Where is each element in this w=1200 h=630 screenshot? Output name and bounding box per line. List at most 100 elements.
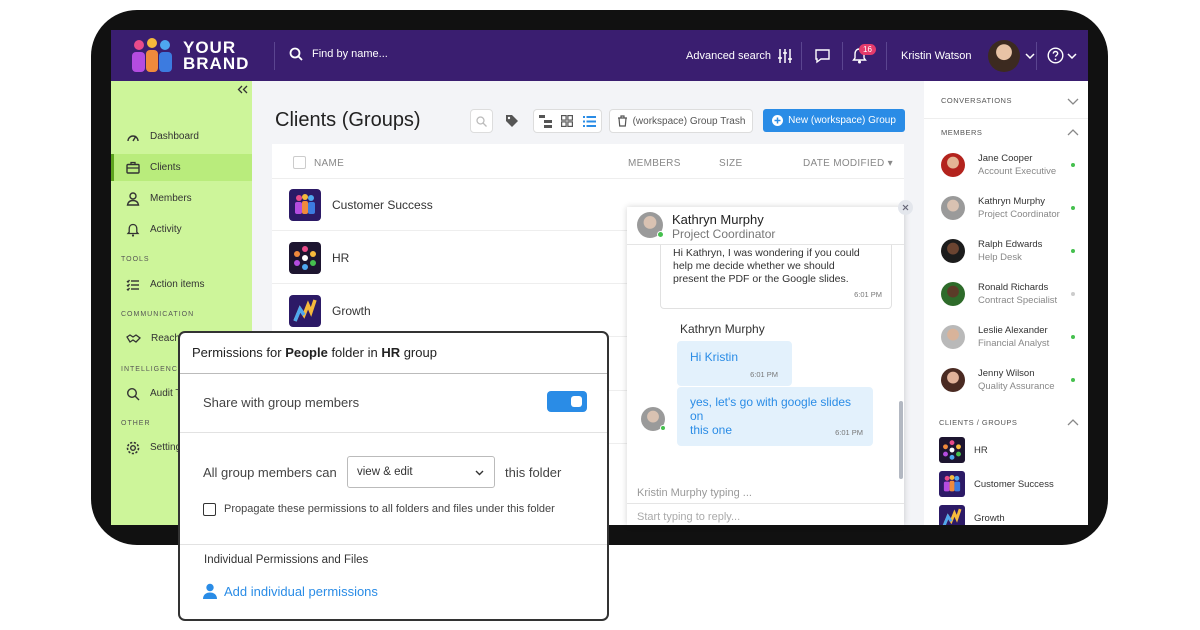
help-icon: [1047, 47, 1064, 64]
message-sender: Kathryn Murphy: [680, 322, 765, 336]
chat-contact-name: Kathryn Murphy: [672, 212, 764, 227]
search-box[interactable]: Find by name...: [289, 47, 388, 61]
chevron-down-icon: [1024, 52, 1035, 59]
add-individual-permissions-link[interactable]: Add individual permissions: [202, 583, 378, 599]
member-name: Jenny Wilson: [978, 368, 1035, 379]
groups-header[interactable]: CLIENTS / GROUPS: [939, 418, 1017, 427]
notification-badge: 16: [859, 44, 876, 55]
customer-success-logo: [939, 471, 965, 497]
sidebar-item-members[interactable]: Members: [111, 185, 252, 212]
brand-logo-icon: [132, 38, 172, 72]
avatar: [941, 282, 965, 306]
user-name: Kristin Watson: [901, 49, 972, 62]
divider: [886, 42, 887, 70]
tag-button[interactable]: [500, 109, 523, 133]
member-item[interactable]: Ronald Richards Contract Specialist: [941, 275, 1081, 313]
avatar: [941, 239, 965, 263]
avatar: [941, 196, 965, 220]
user-icon: [126, 191, 140, 206]
share-toggle[interactable]: [547, 391, 587, 412]
sidebar-item-label: Members: [150, 193, 192, 204]
search-icon: [289, 47, 303, 61]
divider: [180, 373, 607, 374]
chat-popup: Hi Kathryn, I was wondering if you could…: [627, 207, 904, 525]
message-bubble: Hi Kristin 6:01 PM: [677, 341, 792, 386]
section-intelligence: INTELLIGENCE: [121, 366, 184, 373]
group-item[interactable]: Customer Success: [939, 471, 1084, 497]
group-trash-button[interactable]: (workspace) Group Trash: [609, 109, 753, 133]
individual-permissions-heading: Individual Permissions and Files: [204, 554, 369, 566]
sliders-icon: [778, 48, 792, 63]
brand-logo[interactable]: YOUR BRAND: [129, 38, 249, 74]
brand-name: YOUR BRAND: [183, 38, 250, 73]
member-name: Ralph Edwards: [978, 239, 1043, 250]
handshake-icon: [126, 333, 141, 343]
tree-view-icon[interactable]: [538, 114, 552, 128]
search-icon: [476, 115, 487, 127]
add-individual-label: Add individual permissions: [224, 583, 378, 599]
column-header-date[interactable]: DATE MODIFIED ▾: [803, 158, 893, 169]
close-chat-button[interactable]: [898, 200, 913, 215]
chevron-down-icon: [475, 470, 484, 476]
advanced-search-button[interactable]: Advanced search: [686, 30, 793, 81]
help-menu[interactable]: [1047, 30, 1077, 81]
select-all-checkbox[interactable]: [293, 156, 306, 169]
hr-logo: [939, 437, 965, 463]
sidebar-item-label: Activity: [150, 224, 182, 235]
avatar: [941, 368, 965, 392]
row-name: HR: [332, 250, 350, 265]
member-item[interactable]: Leslie Alexander Financial Analyst: [941, 318, 1081, 356]
column-header-size[interactable]: SIZE: [719, 158, 742, 169]
online-indicator: [660, 425, 666, 431]
member-item[interactable]: Kathryn Murphy Project Coordinator: [941, 189, 1081, 227]
member-role: Financial Analyst: [978, 338, 1050, 349]
list-view-icon[interactable]: [583, 115, 597, 127]
members-header[interactable]: MEMBERS: [941, 128, 982, 137]
sidebar-item-clients[interactable]: Clients: [111, 154, 252, 181]
trash-icon: [617, 115, 627, 127]
new-group-button[interactable]: New (workspace) Group: [763, 109, 905, 132]
member-item[interactable]: Jenny Wilson Quality Assurance: [941, 361, 1081, 399]
sidebar-item-label: Clients: [150, 162, 181, 173]
chevron-down-icon[interactable]: [1067, 98, 1079, 105]
column-header-name[interactable]: NAME: [314, 158, 344, 169]
conversations-header[interactable]: CONVERSATIONS: [941, 96, 1012, 105]
chat-contact-role: Project Coordinator: [672, 227, 776, 241]
member-role: Project Coordinator: [978, 209, 1060, 220]
checklist-icon: [126, 279, 139, 291]
member-item[interactable]: Ralph Edwards Help Desk: [941, 232, 1081, 270]
search-button[interactable]: [470, 109, 493, 133]
sidebar-item-activity[interactable]: Activity: [111, 216, 252, 243]
sidebar-item-label: Dashboard: [150, 131, 199, 142]
sidebar-item-dashboard[interactable]: Dashboard: [111, 123, 252, 150]
propagate-checkbox[interactable]: [203, 503, 216, 516]
top-bar: YOUR BRAND Find by name... Advanced searc…: [111, 30, 1088, 81]
column-header-members[interactable]: MEMBERS: [628, 158, 681, 169]
reply-input[interactable]: Start typing to reply...: [637, 511, 740, 523]
online-indicator: [1071, 378, 1075, 382]
view-toggle[interactable]: [533, 109, 602, 133]
member-name: Jane Cooper: [978, 153, 1033, 164]
plus-circle-icon: [772, 115, 784, 126]
avatar: [941, 325, 965, 349]
member-item[interactable]: Jane Cooper Account Executive: [941, 146, 1081, 184]
message-time: 6:01 PM: [854, 290, 882, 299]
grid-view-icon[interactable]: [561, 115, 574, 127]
group-item[interactable]: Growth: [939, 505, 1084, 525]
online-indicator: [1071, 249, 1075, 253]
chevron-up-icon[interactable]: [1067, 419, 1079, 426]
audit-icon: [126, 387, 140, 400]
group-item[interactable]: HR: [939, 437, 1084, 463]
permission-select-value: view & edit: [357, 466, 413, 478]
divider: [627, 503, 904, 504]
scrollbar[interactable]: [899, 401, 903, 479]
chevron-up-icon[interactable]: [1067, 129, 1079, 136]
collapse-sidebar-icon[interactable]: [237, 85, 248, 94]
sidebar-item-action-items[interactable]: Action items: [111, 271, 252, 298]
permission-select[interactable]: view & edit: [347, 456, 495, 488]
row-name: Growth: [332, 303, 371, 318]
propagate-label: Propagate these permissions to all folde…: [224, 503, 555, 515]
user-menu[interactable]: Kristin Watson: [901, 30, 1035, 81]
permissions-dialog: Permissions for People folder in HR grou…: [178, 331, 609, 621]
chat-icon[interactable]: [814, 48, 831, 64]
